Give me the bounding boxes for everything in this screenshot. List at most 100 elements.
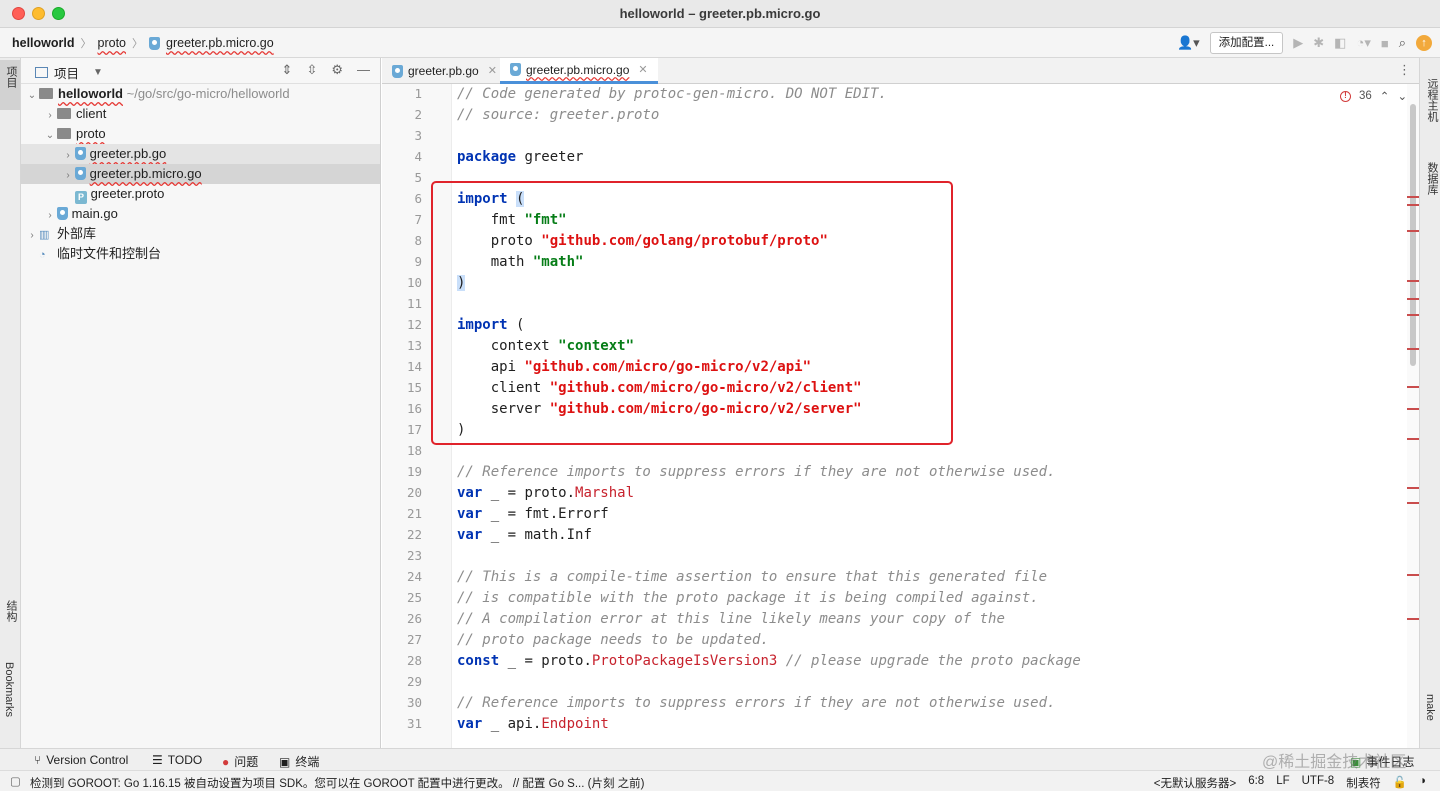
error-marker[interactable] bbox=[1407, 502, 1419, 504]
tree-item-label: proto bbox=[76, 126, 106, 141]
profile-icon[interactable]: ◔▾ bbox=[1356, 35, 1370, 51]
more-tabs-icon[interactable]: ⋮ bbox=[1398, 62, 1411, 78]
remote-host-tool-tab[interactable]: 远程主机 bbox=[1424, 78, 1440, 122]
expand-all-icon[interactable]: ⇕ bbox=[282, 62, 293, 78]
tab-greeter-pb-go[interactable]: greeter.pb.go ✕ bbox=[382, 58, 507, 84]
line-number: 29 bbox=[406, 674, 422, 689]
error-marker[interactable] bbox=[1407, 298, 1419, 300]
search-icon[interactable]: ⌕ bbox=[1399, 35, 1406, 51]
chevron-up-icon[interactable]: ⌃ bbox=[1380, 89, 1390, 103]
breadcrumb-project[interactable]: helloworld bbox=[12, 36, 75, 50]
code-line-2: // source: greeter.proto bbox=[457, 107, 660, 123]
go-file-icon bbox=[392, 64, 403, 78]
indent-setting[interactable]: 制表符 bbox=[1346, 775, 1381, 791]
chevron-down-icon: ▼ bbox=[93, 67, 103, 78]
caret-position[interactable]: 6:8 bbox=[1248, 775, 1264, 791]
close-icon[interactable]: ✕ bbox=[638, 58, 647, 82]
project-view-selector[interactable]: 项目 ▼ bbox=[35, 63, 103, 82]
list-icon: ☰ bbox=[152, 753, 163, 767]
gear-icon[interactable]: ⚙ bbox=[331, 62, 343, 78]
error-marker[interactable] bbox=[1407, 348, 1419, 350]
line-separator[interactable]: LF bbox=[1276, 775, 1289, 791]
error-marker[interactable] bbox=[1407, 280, 1419, 282]
scrollbar-thumb[interactable] bbox=[1410, 104, 1416, 366]
memory-icon[interactable]: ◑ bbox=[1419, 775, 1426, 791]
coverage-icon[interactable]: ◧ bbox=[1334, 35, 1346, 51]
tree-item-client[interactable]: › client bbox=[21, 104, 380, 124]
tree-item-greeter-pb-go[interactable]: › greeter.pb.go bbox=[21, 144, 380, 164]
stop-icon[interactable]: ■ bbox=[1381, 36, 1389, 51]
keyword: var bbox=[457, 716, 483, 732]
error-marker[interactable] bbox=[1407, 230, 1419, 232]
tree-item-label: helloworld bbox=[58, 86, 123, 101]
editor-scrollbar[interactable] bbox=[1407, 84, 1419, 748]
tool-label: TODO bbox=[167, 753, 203, 767]
update-icon[interactable]: ↑ bbox=[1416, 35, 1432, 51]
tree-item-label: greeter.pb.go bbox=[89, 146, 167, 161]
chevron-right-icon[interactable]: › bbox=[43, 206, 57, 226]
error-marker[interactable] bbox=[1407, 204, 1419, 206]
version-control-tab[interactable]: ⑂ Version Control bbox=[34, 753, 128, 767]
deployment-server[interactable]: <无默认服务器> bbox=[1154, 775, 1236, 791]
error-marker[interactable] bbox=[1407, 408, 1419, 410]
error-marker[interactable] bbox=[1407, 574, 1419, 576]
tab-greeter-pb-micro-go[interactable]: greeter.pb.micro.go ✕ bbox=[500, 58, 658, 84]
tree-item-greeter-pb-micro-go[interactable]: › greeter.pb.micro.go bbox=[21, 164, 380, 184]
error-marker[interactable] bbox=[1407, 314, 1419, 316]
project-tool-tab[interactable]: 项目 bbox=[0, 60, 20, 110]
panel-toggle-icon[interactable]: ▢ bbox=[10, 774, 21, 788]
error-marker[interactable] bbox=[1407, 386, 1419, 388]
tree-item-helloworld[interactable]: ⌄ helloworld ~/go/src/go-micro/helloworld bbox=[21, 84, 380, 104]
window-title: helloworld – greeter.pb.micro.go bbox=[619, 6, 821, 21]
terminal-tab[interactable]: ▣ 终端 bbox=[279, 753, 319, 770]
line-number: 7 bbox=[414, 212, 422, 227]
code-line-27: // proto package needs to be updated. bbox=[457, 632, 769, 648]
tree-item-main-go[interactable]: › main.go bbox=[21, 204, 380, 224]
database-tool-tab[interactable]: 数据库 bbox=[1424, 162, 1440, 195]
go-file-icon bbox=[510, 63, 521, 76]
tree-item-scratches[interactable]: ◔ 临时文件和控制台 bbox=[21, 244, 380, 264]
chevron-down-icon[interactable]: ⌄ bbox=[25, 86, 39, 106]
chevron-right-icon[interactable]: › bbox=[25, 226, 39, 246]
todo-tab[interactable]: ☰ TODO bbox=[152, 753, 202, 767]
run-icon[interactable]: ▶ bbox=[1293, 35, 1303, 51]
code-text: _ = fmt.Errorf bbox=[482, 506, 609, 522]
chevron-right-icon[interactable]: › bbox=[61, 146, 75, 166]
chevron-down-icon[interactable]: ⌄ bbox=[43, 126, 57, 146]
line-number: 22 bbox=[406, 527, 422, 542]
chevron-right-icon[interactable]: › bbox=[61, 166, 75, 186]
tab-label: greeter.pb.micro.go bbox=[526, 62, 630, 77]
lock-icon[interactable]: 🔓 bbox=[1393, 775, 1407, 791]
breadcrumb-file[interactable]: greeter.pb.micro.go bbox=[166, 36, 274, 50]
keyword: var bbox=[457, 485, 483, 501]
status-message[interactable]: 检测到 GOROOT: Go 1.16.15 被自动设置为项目 SDK。您可以在… bbox=[30, 775, 644, 791]
chevron-right-icon[interactable]: › bbox=[43, 106, 57, 126]
error-marker[interactable] bbox=[1407, 487, 1419, 489]
user-icon[interactable]: 👤▾ bbox=[1177, 35, 1200, 51]
chevron-down-icon[interactable]: ⌄ bbox=[1397, 89, 1407, 103]
inline-comment: // please upgrade the proto package bbox=[777, 653, 1081, 669]
debug-icon[interactable]: ✱ bbox=[1313, 35, 1324, 51]
line-number: 27 bbox=[406, 632, 422, 647]
line-number: 15 bbox=[406, 380, 422, 395]
tree-item-greeter-proto[interactable]: P greeter.proto bbox=[21, 184, 380, 204]
tree-item-external-libraries[interactable]: › ▥ 外部库 bbox=[21, 224, 380, 244]
file-encoding[interactable]: UTF-8 bbox=[1302, 775, 1335, 791]
make-tool-tab[interactable]: make bbox=[1424, 694, 1436, 721]
error-marker[interactable] bbox=[1407, 618, 1419, 620]
breadcrumb-folder[interactable]: proto bbox=[98, 36, 127, 50]
close-icon[interactable]: ✕ bbox=[488, 59, 497, 83]
bookmarks-tool-tab[interactable]: Bookmarks bbox=[3, 662, 15, 717]
structure-tool-tab[interactable]: 结构 bbox=[3, 600, 19, 622]
code-line-1: // Code generated by protoc-gen-micro. D… bbox=[457, 86, 887, 102]
inspection-widget[interactable]: ! 36 ⌃ ⌄ bbox=[1340, 89, 1407, 103]
project-panel-header: 项目 ▼ ⇕ ⇳ ⚙ — bbox=[21, 58, 380, 84]
hide-icon[interactable]: — bbox=[357, 62, 370, 78]
collapse-all-icon[interactable]: ⇳ bbox=[306, 62, 317, 78]
error-marker[interactable] bbox=[1407, 438, 1419, 440]
problems-tab[interactable]: ● 问题 bbox=[222, 753, 258, 770]
tree-item-proto[interactable]: ⌄ proto bbox=[21, 124, 380, 144]
error-marker[interactable] bbox=[1407, 196, 1419, 198]
add-configuration-button[interactable]: 添加配置... bbox=[1209, 32, 1284, 54]
line-number: 16 bbox=[406, 401, 422, 416]
